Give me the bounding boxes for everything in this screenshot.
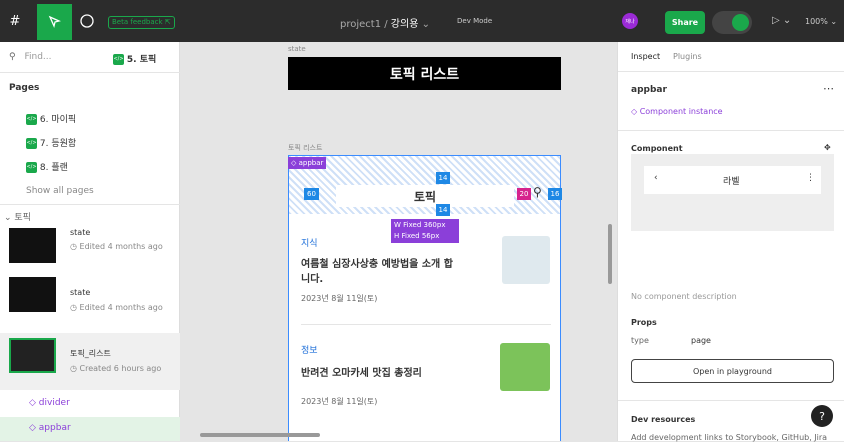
open-playground-button[interactable]: Open in playground bbox=[631, 359, 834, 383]
section-label[interactable]: ⌄ 토픽 bbox=[4, 210, 184, 223]
spacing-right: 16 bbox=[548, 188, 562, 200]
share-button[interactable]: Share bbox=[665, 11, 705, 34]
more-icon[interactable]: ⋯ bbox=[823, 82, 834, 95]
search-icon: ⚲ bbox=[9, 52, 16, 62]
topic-list-frame[interactable]: ◇ appbar 토픽 14 60 20 ⚲ 16 14 W Fixed 360… bbox=[288, 155, 562, 441]
toggle-knob bbox=[732, 14, 749, 31]
preview-title: 라벨 bbox=[723, 177, 740, 187]
layer-thumbnail[interactable] bbox=[9, 338, 56, 373]
comment-icon[interactable] bbox=[78, 12, 96, 30]
card-image bbox=[500, 343, 550, 391]
frame-label: state bbox=[288, 45, 306, 53]
top-toolbar: # Beta feedback ⇱ project1 / 강의용 ⌄ Dev M… bbox=[0, 0, 844, 42]
inspect-panel: Inspect Plugins appbar ⋯ ◇ Component ins… bbox=[617, 42, 844, 442]
frame-label: 토픽 리스트 bbox=[288, 144, 323, 152]
tab-plugins[interactable]: Plugins bbox=[673, 52, 702, 61]
layer-name[interactable]: state bbox=[70, 288, 90, 297]
page-item[interactable]: </> 6. 마이픽 bbox=[26, 112, 206, 125]
chevron-down-icon: ⌄ bbox=[421, 19, 430, 30]
layer-thumbnail[interactable] bbox=[9, 277, 56, 312]
prop-value: page bbox=[691, 336, 711, 345]
page-icon: </> bbox=[26, 138, 37, 149]
state-frame[interactable]: 토픽 리스트 bbox=[288, 57, 561, 90]
prop-key: type bbox=[631, 336, 649, 345]
left-sidebar: ⚲ Find... </> 5. 토픽 Pages </> 6. 마이픽 </>… bbox=[0, 42, 180, 441]
search-icon[interactable]: ⚲ bbox=[533, 185, 542, 199]
dev-resources-heading: Dev resources bbox=[631, 415, 696, 424]
beta-feedback-button[interactable]: Beta feedback ⇱ bbox=[108, 16, 175, 29]
layer-subtitle: ◷ Edited 4 months ago bbox=[70, 303, 163, 312]
spacing-gap: 20 bbox=[517, 188, 531, 200]
page-selector[interactable]: </> 5. 토픽 bbox=[113, 52, 173, 65]
layer-thumbnail[interactable] bbox=[9, 228, 56, 263]
horizontal-scrollbar[interactable] bbox=[200, 433, 320, 437]
tab-inspect[interactable]: Inspect bbox=[631, 52, 660, 61]
child-layer-label: appbar bbox=[38, 423, 71, 433]
child-layer-label: divider bbox=[38, 398, 70, 408]
card-date: 2023년 8월 11일(토) bbox=[301, 397, 378, 406]
layer-name[interactable]: 토픽_리스트 bbox=[70, 348, 111, 359]
canvas[interactable]: state 토픽 리스트 토픽 리스트 ◇ appbar 토픽 14 60 20… bbox=[180, 42, 617, 441]
no-description: No component description bbox=[631, 292, 737, 301]
component-preview: ‹ 라벨 ⋮ bbox=[631, 154, 834, 231]
card-image bbox=[502, 236, 550, 284]
spacing-left: 60 bbox=[304, 188, 319, 200]
page-tag-icon: </> bbox=[113, 54, 124, 65]
show-all-pages[interactable]: Show all pages bbox=[26, 186, 206, 196]
chevron-down-icon: ⌄ bbox=[4, 213, 15, 223]
page-icon: </> bbox=[26, 114, 37, 125]
appbar-title: 토픽 bbox=[336, 185, 514, 207]
project-name: project1 / bbox=[340, 19, 391, 30]
move-tool-button[interactable] bbox=[37, 4, 72, 40]
zoom-menu[interactable]: 100% ⌄ bbox=[805, 17, 837, 26]
page-label: 8. 플랜 bbox=[39, 163, 68, 173]
dev-mode-toggle[interactable] bbox=[712, 11, 752, 34]
avatar[interactable]: 재나 bbox=[622, 13, 638, 29]
vertical-scrollbar[interactable] bbox=[608, 224, 612, 284]
page-icon: </> bbox=[26, 162, 37, 173]
current-page-label: 5. 토픽 bbox=[126, 55, 157, 65]
page-label: 6. 마이픽 bbox=[39, 115, 77, 125]
size-width: W Fixed 360px bbox=[394, 221, 446, 229]
cursor-icon bbox=[48, 15, 61, 28]
file-title[interactable]: project1 / 강의용 ⌄ bbox=[340, 15, 430, 30]
props-heading: Props bbox=[631, 318, 657, 327]
layer-subtitle: ◷ Edited 4 months ago bbox=[70, 242, 163, 251]
component-heading: Component bbox=[631, 144, 683, 153]
divider bbox=[301, 324, 551, 325]
layer-subtitle: ◷ Created 6 hours ago bbox=[70, 364, 162, 373]
figma-menu-icon[interactable]: # bbox=[4, 10, 26, 32]
section-name: 토픽 bbox=[14, 213, 31, 223]
page-item[interactable]: </> 8. 플랜 bbox=[26, 160, 206, 173]
spacing-top: 14 bbox=[436, 172, 450, 184]
find-input[interactable]: Find... bbox=[24, 52, 51, 62]
card-title: 여름철 심장사상충 예방법을 소개 합니다. bbox=[301, 259, 453, 285]
back-icon: ‹ bbox=[654, 173, 658, 183]
dev-mode-label: Dev Mode bbox=[457, 17, 493, 25]
preview-appbar: ‹ 라벨 ⋮ bbox=[644, 166, 821, 194]
present-button[interactable]: ▷ ⌄ bbox=[772, 15, 791, 26]
card-date: 2023년 8월 11일(토) bbox=[301, 294, 378, 303]
kebab-icon: ⋮ bbox=[806, 173, 815, 183]
page-label: 7. 등원함 bbox=[39, 139, 77, 149]
appbar-label: ◇ appbar bbox=[288, 157, 327, 169]
component-instance-label[interactable]: ◇ Component instance bbox=[631, 107, 723, 116]
list-item[interactable]: 정보 반려견 오마카세 맛집 총정리 2023년 8월 11일(토) bbox=[301, 343, 551, 433]
selection-name: appbar bbox=[631, 85, 667, 95]
page-item[interactable]: </> 7. 등원함 bbox=[26, 136, 206, 149]
file-name: 강의용 bbox=[390, 19, 419, 30]
spacing-bottom: 14 bbox=[436, 204, 450, 216]
pages-heading: Pages bbox=[9, 83, 40, 93]
go-to-component-icon[interactable]: ✥ bbox=[824, 143, 831, 152]
list-item[interactable]: 지식 여름철 심장사상충 예방법을 소개 합니다. 2023년 8월 11일(토… bbox=[301, 236, 551, 326]
help-button[interactable]: ? bbox=[811, 405, 833, 427]
layer-name[interactable]: state bbox=[70, 228, 90, 237]
